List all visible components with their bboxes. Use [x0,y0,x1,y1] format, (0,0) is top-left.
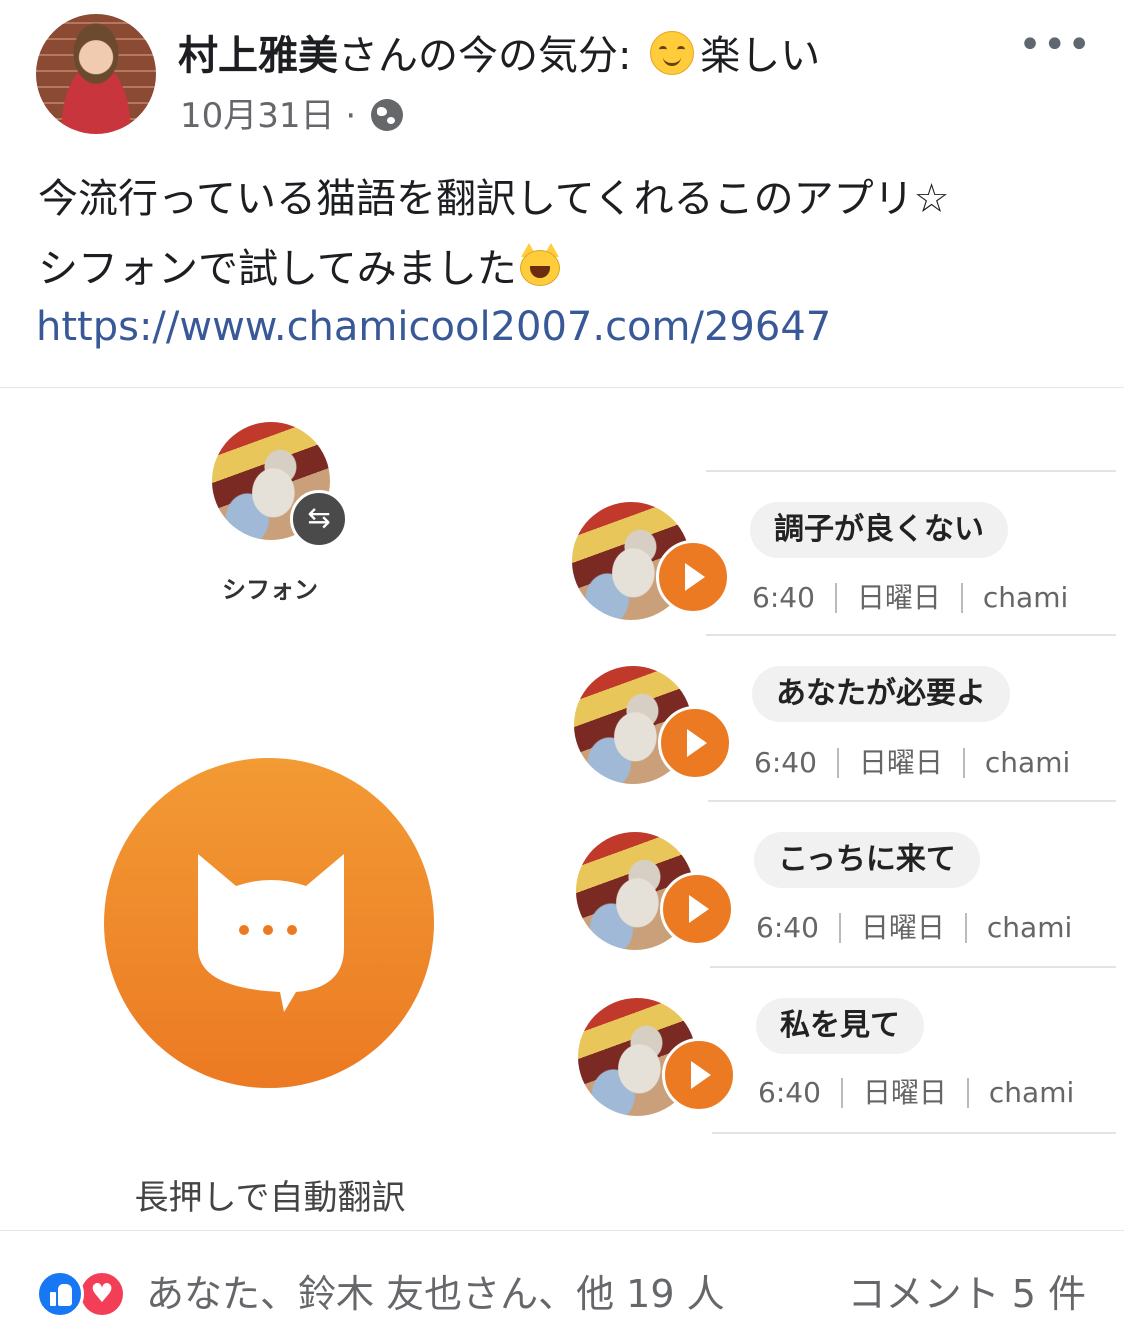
play-icon[interactable] [658,706,732,780]
post-body: 今流行っている猫語を翻訳してくれるこのアプリ☆ シフォンで試してみました [38,164,949,304]
message-meta: 6:40 日曜日 chami [754,745,1070,781]
message-meta: 6:40 日曜日 chami [752,580,1068,616]
reactions-summary[interactable]: あなた、鈴木 友也さん、他 19 人 [146,1266,725,1322]
message-divider [706,634,1116,636]
message-time: 6:40 [758,1076,821,1109]
post-link[interactable]: https://www.chamicool2007.com/29647 [36,302,831,352]
play-icon[interactable] [662,1038,736,1112]
message-bubble: 私を見て [756,998,924,1054]
post-meta: 10月31日 · [180,94,403,138]
feeling-label: 楽しい [700,33,821,79]
post-header-line: 村上雅美さんの今の気分: 楽しい [178,30,820,82]
smiling-cat-icon [517,242,563,288]
message-meta: 6:40 日曜日 chami [756,910,1072,946]
message-divider [710,966,1116,968]
author-name[interactable]: 村上雅美 [178,33,338,79]
more-options-button[interactable]: ••• [1018,25,1092,65]
post-text-line-2-text: シフォンで試してみました [38,246,517,292]
message-divider [708,800,1116,802]
play-icon[interactable] [660,872,734,946]
message-time: 6:40 [754,746,817,779]
meta-separator: · [345,96,357,136]
message-user: chami [988,1076,1075,1109]
message-divider [712,1132,1116,1134]
globe-icon[interactable] [370,99,403,131]
swap-icon[interactable]: ⇆ [290,490,348,548]
message-user: chami [982,581,1069,614]
message-divider [706,470,1116,472]
cat-name-label: シフォン [222,576,318,604]
message-user: chami [986,911,1073,944]
post-date[interactable]: 10月31日 [180,96,335,136]
smiling-face-icon [650,31,695,75]
feeling-prefix: さんの今の気分: [338,33,632,79]
message-user: chami [984,746,1071,779]
message-day: 日曜日 [860,911,945,944]
message-bubble: 調子が良くない [750,502,1008,558]
message-day: 日曜日 [858,746,943,779]
message-bubble: あなたが必要よ [752,666,1010,722]
play-icon[interactable] [656,540,730,614]
message-time: 6:40 [752,581,815,614]
post-text-line-1: 今流行っている猫語を翻訳してくれるこのアプリ☆ [38,176,950,222]
post-text-line-2: シフォンで試してみました [38,234,949,304]
message-day: 日曜日 [862,1076,947,1109]
message-meta: 6:40 日曜日 chami [758,1075,1074,1111]
author-avatar[interactable] [36,14,156,134]
comments-count[interactable]: コメント 5 件 [848,1266,1086,1322]
message-day: 日曜日 [856,581,941,614]
hold-to-translate-label: 長押しで自動翻訳 [134,1178,406,1218]
love-icon: ♥ [78,1270,126,1318]
image-bottom-divider [0,1230,1124,1231]
cat-chat-bubble-icon [198,854,344,1012]
like-icon [36,1270,84,1318]
message-time: 6:40 [756,911,819,944]
message-bubble: こっちに来て [754,832,980,888]
reaction-icons[interactable]: ♥ [36,1270,136,1318]
